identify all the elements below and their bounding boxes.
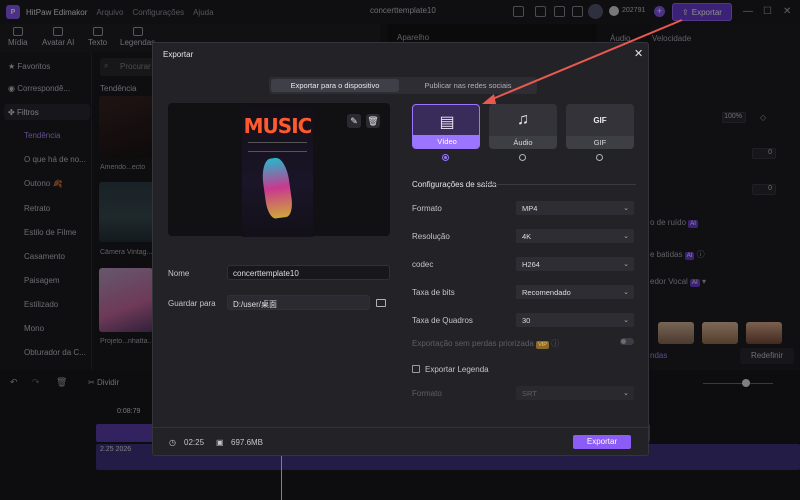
footer-divider — [153, 427, 650, 428]
format-card-audio[interactable]: ♫ Áudio — [489, 104, 557, 149]
chevron-down-icon: ⌄ — [623, 390, 629, 397]
export-subtitle-checkbox[interactable] — [412, 365, 420, 373]
trash-icon[interactable]: 🗑 — [366, 114, 380, 128]
export-button[interactable]: Exportar — [573, 435, 631, 449]
duration-value: 02:25 — [184, 438, 205, 447]
format-card-video[interactable]: ▤ Vídeo — [412, 104, 480, 149]
vip-badge: VIP — [536, 341, 549, 349]
name-label: Nome — [168, 269, 190, 278]
codec-select[interactable]: H264 ⌄ — [516, 257, 634, 271]
radio-audio[interactable] — [519, 154, 526, 161]
name-input[interactable]: concerttemplate10 — [227, 265, 390, 280]
close-icon[interactable]: ✕ — [634, 47, 643, 60]
save-path-input[interactable]: D:/user/桌面 — [227, 295, 370, 310]
gif-icon: GIF — [593, 116, 607, 125]
chevron-down-icon: ⌄ — [623, 289, 629, 296]
chevron-down-icon: ⌄ — [623, 317, 629, 324]
save-to-label: Guardar para — [168, 299, 216, 308]
subtitle-format-select[interactable]: SRT ⌄ — [516, 386, 634, 400]
resolution-label: Resolução — [412, 232, 450, 241]
clock-icon: ◷ — [169, 438, 176, 447]
export-dialog: Exportar ✕ Exportar para o dispositivo P… — [152, 42, 650, 456]
film-icon: ▤ — [439, 114, 455, 131]
info-icon: ⓘ — [551, 339, 560, 348]
poster-title: MUSIC — [243, 114, 313, 138]
format-audio-label: Áudio — [489, 136, 557, 149]
codec-label: codec — [412, 260, 434, 269]
folder-icon[interactable] — [376, 299, 386, 307]
bitrate-select[interactable]: Recomendado ⌄ — [516, 285, 634, 299]
framerate-label: Taxa de Quadros — [412, 316, 473, 325]
chevron-down-icon: ⌄ — [623, 205, 629, 212]
radio-gif[interactable] — [596, 154, 603, 161]
storage-icon: ▣ — [216, 438, 224, 447]
edit-icon[interactable]: ✎ — [347, 114, 361, 128]
resolution-select[interactable]: 4K ⌄ — [516, 229, 634, 243]
lossless-toggle[interactable] — [620, 338, 634, 345]
format-label: Formato — [412, 204, 442, 213]
dialog-title: Exportar — [163, 50, 194, 59]
format-video-label: Vídeo — [413, 135, 479, 148]
lossless-export-label: Exportação sem perdas priorizada VIP ⓘ — [412, 339, 560, 349]
subtitle-format-label: Formato — [412, 389, 442, 398]
chevron-down-icon: ⌄ — [623, 261, 629, 268]
music-note-icon: ♫ — [517, 111, 529, 128]
file-size-value: 697.6MB — [231, 438, 264, 447]
poster-subtitle-lines — [248, 142, 307, 152]
export-subtitle-label: Exportar Legenda — [425, 365, 489, 374]
chevron-down-icon: ⌄ — [623, 233, 629, 240]
bitrate-label: Taxa de bits — [412, 288, 455, 297]
format-card-gif[interactable]: GIF GIF — [566, 104, 634, 149]
preview-poster-image: MUSIC — [242, 106, 313, 237]
tab-export-device[interactable]: Exportar para o dispositivo — [271, 79, 399, 92]
section-divider — [483, 184, 636, 185]
format-select[interactable]: MP4 ⌄ — [516, 201, 634, 215]
radio-video[interactable] — [442, 154, 449, 161]
format-gif-label: GIF — [566, 136, 634, 149]
framerate-select[interactable]: 30 ⌄ — [516, 313, 634, 327]
poster-figure — [259, 156, 295, 220]
tab-publish-social[interactable]: Publicar nas redes sociais — [401, 79, 535, 92]
